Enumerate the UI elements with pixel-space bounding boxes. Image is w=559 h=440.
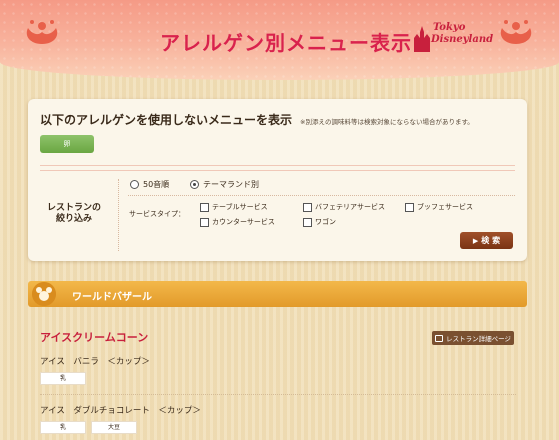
- menu-item-name: アイス ダブルチョコレート ＜カップ＞: [40, 406, 201, 416]
- area-name: ワールドバザール: [72, 292, 152, 303]
- service-checkbox-counter[interactable]: カウンターサービス: [200, 217, 275, 227]
- sort-radio-gojuon[interactable]: 50音順: [130, 179, 169, 190]
- panel-title: 以下のアレルゲンを使用しないメニューを表示: [40, 113, 293, 127]
- checkbox-icon: [405, 202, 414, 212]
- checkbox-icon: [303, 202, 312, 212]
- restaurant-filter-label: レストランの 絞り込み: [46, 203, 101, 224]
- radio-selected-icon: [190, 180, 199, 189]
- service-checkbox-table[interactable]: テーブルサービス: [200, 202, 268, 212]
- sort-radio-themeland[interactable]: テーマランド別: [190, 179, 259, 190]
- search-button[interactable]: ▶ 検 索: [460, 232, 513, 249]
- floral-ornament-icon: [500, 20, 532, 44]
- castle-icon: [414, 26, 430, 52]
- service-checkbox-buffet[interactable]: ブッフェサービス: [405, 202, 473, 212]
- floral-ornament-icon: [26, 20, 58, 44]
- menu-row-divider: [40, 394, 516, 395]
- tokyo-disneyland-logo[interactable]: Tokyo Disneyland: [411, 20, 493, 54]
- menu-item-name: アイス バニラ ＜カップ＞: [40, 357, 150, 367]
- allergen-tag: 大豆: [91, 421, 137, 434]
- panel-note: ※別添えの調味料等は検索対象にならない場合があります。: [300, 118, 474, 126]
- filter-vertical-divider: [118, 179, 119, 251]
- restaurant-detail-button[interactable]: レストラン詳細ページ: [432, 331, 514, 345]
- logo-text-tokyo: Tokyo: [433, 22, 466, 33]
- checkbox-icon: [200, 217, 209, 227]
- header-banner: アレルゲン別メニュー表示 Tokyo Disneyland: [0, 0, 559, 80]
- service-checkbox-buffeteria[interactable]: バフェテリアサービス: [303, 202, 385, 212]
- page-title: アレルゲン別メニュー表示: [160, 31, 412, 55]
- allergen-tag: 乳: [40, 372, 86, 385]
- restaurant-name[interactable]: アイスクリームコーン: [40, 329, 148, 345]
- allergen-search-panel: 以下のアレルゲンを使用しないメニューを表示 ※別添えの調味料等は検索対象にならな…: [28, 99, 527, 261]
- document-icon: [435, 334, 444, 342]
- service-checkbox-wagon[interactable]: ワゴン: [303, 217, 336, 227]
- area-header-bar: ワールドバザール: [28, 281, 527, 307]
- checkbox-icon: [303, 217, 312, 227]
- mickey-icon: [32, 282, 56, 306]
- service-type-label: サービスタイプ：: [129, 210, 185, 218]
- allergen-tag: 乳: [40, 421, 86, 434]
- logo-text-disneyland: Disneyland: [431, 34, 494, 45]
- checkbox-icon: [200, 202, 209, 212]
- panel-divider: [40, 165, 515, 171]
- allergen-egg-button[interactable]: 卵: [40, 135, 94, 153]
- filter-horizontal-divider: [128, 195, 515, 196]
- radio-icon: [130, 180, 139, 189]
- arrow-right-icon: ▶: [472, 237, 479, 245]
